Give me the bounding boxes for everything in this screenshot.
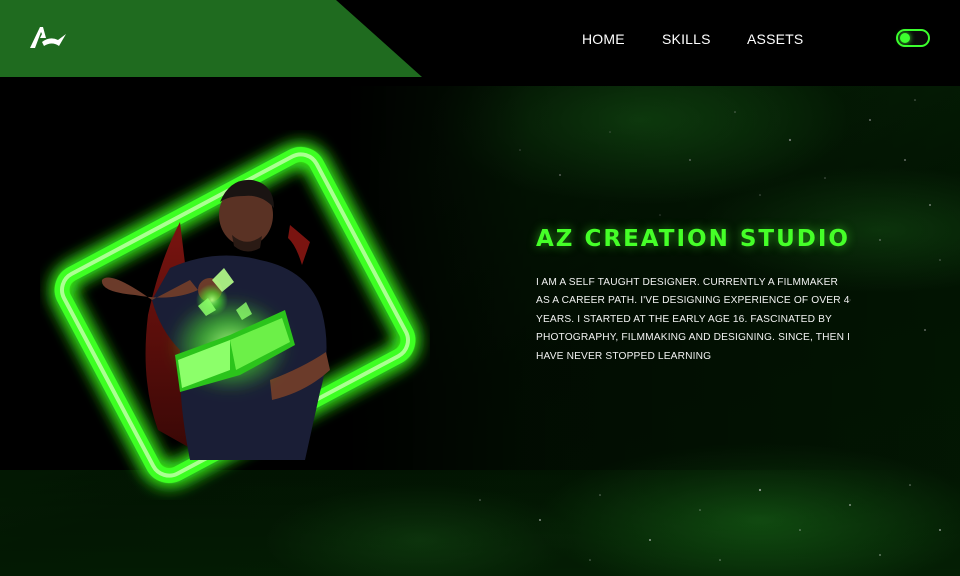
page-title: AZ CREATION STUDIO <box>536 226 850 252</box>
nav-skills[interactable]: SKILLS <box>662 31 711 47</box>
description-line: PHOTOGRAPHY, FILMMAKING AND DESIGNING. S… <box>536 332 851 344</box>
hero-description: I AM A SELF TAUGHT DESIGNER. CURRENTLY A… <box>536 274 851 366</box>
description-line: YEARS. I STARTED AT THE EARLY AGE 16. FA… <box>536 313 833 325</box>
theme-toggle-icon[interactable] <box>896 29 930 47</box>
site-header: HOME SKILLS ASSETS <box>0 0 960 86</box>
hero-portrait-illustration <box>54 146 416 484</box>
description-line: I AM A SELF TAUGHT DESIGNER. CURRENTLY A… <box>536 277 839 288</box>
toggle-knob <box>900 33 910 43</box>
main-nav: HOME SKILLS ASSETS <box>0 31 960 47</box>
nav-home[interactable]: HOME <box>582 31 625 47</box>
nav-assets[interactable]: ASSETS <box>747 31 803 47</box>
description-line: HAVE NEVER STOPPED LEARNING <box>536 350 712 362</box>
description-line: AS A CAREER PATH. I'VE DESIGNING EXPERIE… <box>536 295 850 307</box>
